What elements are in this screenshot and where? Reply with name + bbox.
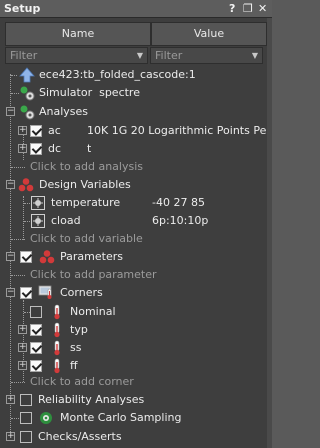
variable-item[interactable]: cload 6p:10:10p bbox=[0, 212, 272, 230]
tree-root[interactable]: ece423:tb_folded_cascode:1 bbox=[0, 66, 272, 84]
value-filter-input[interactable]: Filter ▼ bbox=[150, 47, 263, 64]
corners-icon bbox=[38, 285, 52, 299]
close-button[interactable]: ✕ bbox=[258, 2, 267, 15]
monte-carlo-label: Monte Carlo Sampling bbox=[60, 411, 182, 424]
corner-item[interactable]: + ss bbox=[0, 339, 272, 357]
reliability-label: Reliability Analyses bbox=[38, 393, 145, 406]
analyses-gear-icon bbox=[20, 105, 35, 120]
tree-root-label: ece423:tb_folded_cascode:1 bbox=[39, 68, 196, 81]
monte-carlo-row[interactable]: Monte Carlo Sampling bbox=[0, 409, 272, 427]
corners-label: Corners bbox=[60, 286, 103, 299]
simulator-gear-icon bbox=[20, 86, 35, 101]
value-column-header[interactable]: Value bbox=[151, 22, 267, 46]
name-filter-placeholder: Filter bbox=[10, 49, 38, 62]
collapse-icon[interactable]: − bbox=[6, 180, 15, 189]
add-variable-row[interactable]: Click to add variable bbox=[0, 230, 272, 248]
reliability-checkbox[interactable] bbox=[20, 394, 32, 406]
analysis-value: t bbox=[87, 142, 92, 155]
add-variable-hint: Click to add variable bbox=[30, 232, 143, 245]
panel-right-border bbox=[267, 18, 272, 448]
corner-name: ss bbox=[70, 341, 82, 354]
analysis-value: 10K 1G 20 Logarithmic Points Per ... bbox=[87, 124, 267, 137]
corner-checkbox[interactable] bbox=[30, 306, 42, 318]
analysis-item[interactable]: + ac 10K 1G 20 Logarithmic Points Per ..… bbox=[0, 122, 272, 140]
corner-checkbox[interactable] bbox=[30, 324, 42, 336]
add-corner-hint: Click to add corner bbox=[30, 375, 134, 388]
expand-icon[interactable]: + bbox=[18, 325, 27, 334]
corner-checkbox[interactable] bbox=[30, 342, 42, 354]
parameters-row[interactable]: − Parameters bbox=[0, 248, 272, 266]
thermometer-icon bbox=[54, 322, 60, 338]
parameters-label: Parameters bbox=[60, 250, 123, 263]
corner-name: Nominal bbox=[70, 305, 116, 318]
float-button[interactable]: ❐ bbox=[243, 2, 253, 15]
design-variables-row[interactable]: − Design Variables bbox=[0, 176, 272, 194]
name-filter-input[interactable]: Filter ▼ bbox=[5, 47, 148, 64]
thermometer-icon bbox=[54, 358, 60, 374]
expand-icon[interactable]: + bbox=[18, 126, 27, 135]
variable-value[interactable]: -40 27 85 bbox=[152, 194, 268, 212]
checks-row[interactable]: + Checks/Asserts bbox=[0, 428, 272, 446]
variable-name: cload bbox=[51, 214, 81, 227]
parameters-checkbox[interactable] bbox=[20, 251, 32, 263]
corner-item[interactable]: Nominal bbox=[0, 303, 272, 321]
corner-name: typ bbox=[70, 323, 88, 336]
analyses-label: Analyses bbox=[39, 105, 89, 118]
add-parameter-row[interactable]: Click to add parameter bbox=[0, 266, 272, 284]
filter-dropdown-icon[interactable]: ▼ bbox=[137, 48, 143, 63]
corners-row[interactable]: − Corners bbox=[0, 284, 272, 302]
expand-icon[interactable]: + bbox=[18, 361, 27, 370]
parameters-icon bbox=[39, 250, 55, 264]
up-arrow-icon bbox=[19, 67, 35, 83]
design-variables-label: Design Variables bbox=[39, 178, 131, 191]
add-analysis-row[interactable]: Click to add analysis bbox=[0, 158, 272, 176]
collapse-icon[interactable]: − bbox=[6, 288, 15, 297]
analyses-row[interactable]: − Analyses bbox=[0, 103, 272, 121]
checks-label: Checks/Asserts bbox=[38, 430, 122, 443]
simulator-label: Simulator spectre bbox=[39, 86, 140, 99]
expand-icon[interactable]: + bbox=[18, 343, 27, 352]
expand-icon[interactable]: + bbox=[6, 432, 15, 441]
title-bar: Setup ? ❐ ✕ bbox=[0, 0, 272, 18]
simulator-value: spectre bbox=[99, 86, 140, 99]
variable-icon bbox=[31, 214, 45, 228]
reliability-row[interactable]: + Reliability Analyses bbox=[0, 391, 272, 409]
corner-checkbox[interactable] bbox=[30, 360, 42, 372]
variable-name: temperature bbox=[51, 196, 121, 209]
corners-checkbox[interactable] bbox=[20, 287, 32, 299]
filter-dropdown-icon[interactable]: ▼ bbox=[252, 48, 258, 63]
analysis-name: dc bbox=[48, 142, 62, 155]
add-parameter-hint: Click to add parameter bbox=[30, 268, 157, 281]
panel-title: Setup bbox=[4, 2, 41, 15]
monte-carlo-icon bbox=[40, 412, 52, 424]
collapse-icon[interactable]: − bbox=[6, 252, 15, 261]
filter-row: Filter ▼ Filter ▼ bbox=[0, 47, 272, 65]
name-column-header[interactable]: Name bbox=[5, 22, 151, 46]
variable-value[interactable]: 6p:10:10p bbox=[152, 212, 268, 230]
analysis-name: ac bbox=[48, 124, 61, 137]
value-filter-placeholder: Filter bbox=[155, 49, 183, 62]
variable-item[interactable]: temperature -40 27 85 bbox=[0, 194, 272, 212]
analysis-checkbox[interactable] bbox=[30, 143, 42, 155]
corner-item[interactable]: + typ bbox=[0, 321, 272, 339]
setup-panel: Setup ? ❐ ✕ Name Value Filter ▼ Filter ▼… bbox=[0, 0, 272, 448]
expand-icon[interactable]: + bbox=[18, 144, 27, 153]
help-button[interactable]: ? bbox=[229, 2, 235, 15]
analysis-item[interactable]: + dc t bbox=[0, 140, 272, 158]
add-corner-row[interactable]: Click to add corner bbox=[0, 373, 272, 391]
add-analysis-hint: Click to add analysis bbox=[30, 160, 143, 173]
collapse-icon[interactable]: − bbox=[6, 107, 15, 116]
analysis-checkbox[interactable] bbox=[30, 125, 42, 137]
checks-checkbox[interactable] bbox=[20, 431, 32, 443]
monte-carlo-checkbox[interactable] bbox=[20, 412, 32, 424]
thermometer-icon bbox=[54, 304, 60, 320]
variable-icon bbox=[31, 196, 45, 210]
thermometer-icon bbox=[54, 340, 60, 356]
column-header: Name Value bbox=[0, 22, 272, 46]
expand-icon[interactable]: + bbox=[6, 395, 15, 404]
simulator-row[interactable]: Simulator spectre bbox=[0, 84, 272, 102]
design-variables-icon bbox=[18, 178, 34, 192]
